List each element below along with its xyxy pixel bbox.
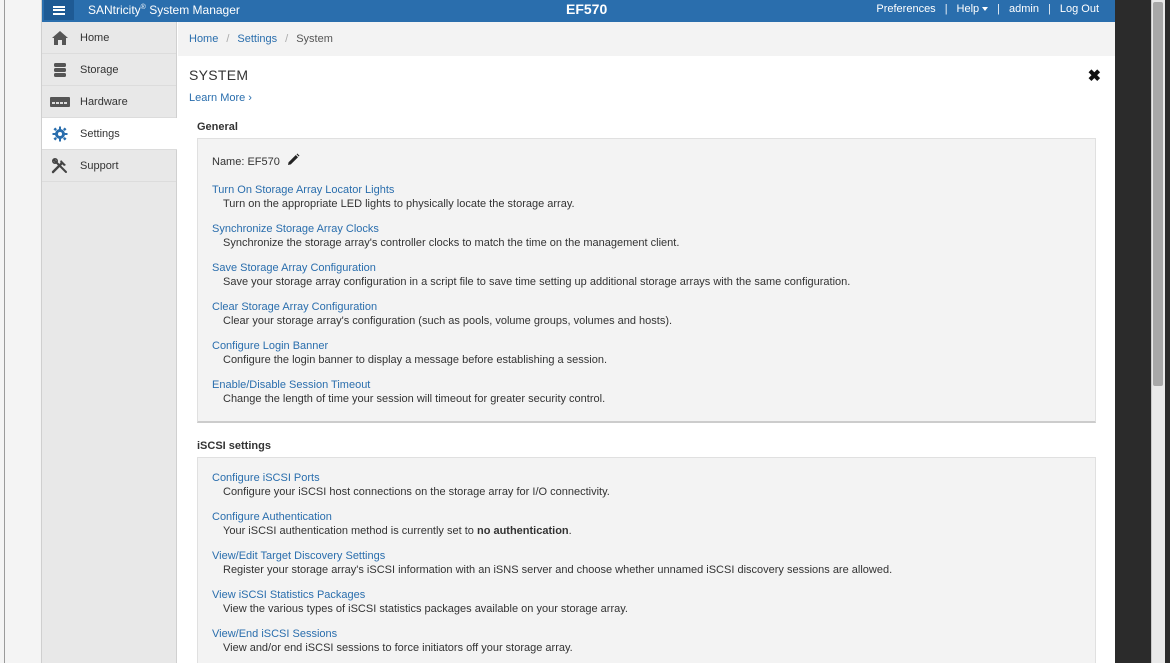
action-description: Configure the login banner to display a … bbox=[223, 354, 608, 366]
sidebar-item-label: Hardware bbox=[80, 95, 128, 108]
header-links: Preferences | Help | admin | Log Out bbox=[876, 3, 1115, 15]
clear-config-link[interactable]: Clear Storage Array Configuration bbox=[212, 301, 672, 313]
target-discovery-action: View/Edit Target Discovery Settings Regi… bbox=[212, 550, 892, 576]
sidebar-item-label: Support bbox=[80, 159, 119, 172]
authentication-action: Configure Authentication Your iSCSI auth… bbox=[212, 511, 572, 537]
auth-method-value: no authentication bbox=[476, 525, 569, 537]
save-config-action: Save Storage Array Configuration Save yo… bbox=[212, 262, 850, 288]
session-timeout-link[interactable]: Enable/Disable Session Timeout bbox=[212, 379, 605, 391]
iscsi-sessions-action: View/End iSCSI Sessions View and/or end … bbox=[212, 628, 573, 654]
sidebar-nav: Home Storage Hardware Settings Support bbox=[42, 22, 177, 663]
header-separator: | bbox=[997, 3, 1001, 15]
login-banner-action: Configure Login Banner Configure the log… bbox=[212, 340, 607, 366]
action-description: Register your storage array's iSCSI info… bbox=[223, 564, 893, 576]
hardware-icon bbox=[42, 96, 78, 108]
iscsi-ports-action: Configure iSCSI Ports Configure your iSC… bbox=[212, 472, 610, 498]
sidebar-item-support[interactable]: Support bbox=[42, 150, 176, 182]
caret-down-icon bbox=[982, 7, 989, 12]
sync-clocks-link[interactable]: Synchronize Storage Array Clocks bbox=[212, 223, 679, 235]
clear-config-action: Clear Storage Array Configuration Clear … bbox=[212, 301, 672, 327]
home-icon bbox=[42, 30, 78, 46]
action-description: Synchronize the storage array's controll… bbox=[223, 237, 680, 249]
action-description: View the various types of iSCSI statisti… bbox=[223, 603, 628, 615]
iscsi-section-heading: iSCSI settings bbox=[197, 440, 271, 452]
iscsi-ports-link[interactable]: Configure iSCSI Ports bbox=[212, 472, 610, 484]
iscsi-panel: Configure iSCSI Ports Configure your iSC… bbox=[197, 457, 1096, 663]
sidebar-item-label: Settings bbox=[80, 127, 120, 140]
breadcrumb-separator: / bbox=[226, 33, 230, 45]
header-separator: | bbox=[944, 3, 948, 15]
main-content: Home / Settings / System SYSTEM ✖ Learn … bbox=[178, 22, 1115, 663]
sidebar-item-label: Storage bbox=[80, 63, 119, 76]
app-name-suffix: System Manager bbox=[149, 3, 240, 17]
general-panel: Name: EF570 Turn On Storage Array Locato… bbox=[197, 138, 1096, 423]
gear-icon bbox=[42, 126, 78, 142]
action-description: Clear your storage array's configuration… bbox=[223, 315, 673, 327]
sidebar-item-settings[interactable]: Settings bbox=[42, 118, 177, 150]
app-title: SANtricity® System Manager bbox=[88, 3, 240, 17]
breadcrumb-home[interactable]: Home bbox=[189, 33, 218, 45]
session-timeout-action: Enable/Disable Session Timeout Change th… bbox=[212, 379, 605, 405]
app-window: SANtricity® System Manager EF570 Prefere… bbox=[42, 0, 1115, 663]
general-section-heading: General bbox=[197, 121, 238, 133]
sidebar-item-home[interactable]: Home bbox=[42, 22, 176, 54]
array-name-label: Name: EF570 bbox=[212, 155, 280, 168]
target-discovery-link[interactable]: View/Edit Target Discovery Settings bbox=[212, 550, 892, 562]
user-link[interactable]: admin bbox=[1009, 3, 1039, 15]
hamburger-menu-button[interactable] bbox=[44, 0, 74, 20]
array-name-row: Name: EF570 bbox=[212, 153, 300, 170]
window-frame-left bbox=[0, 0, 42, 663]
auth-desc-prefix: Your iSCSI authentication method is curr… bbox=[223, 525, 474, 537]
statistics-packages-action: View iSCSI Statistics Packages View the … bbox=[212, 589, 628, 615]
close-icon[interactable]: ✖ bbox=[1088, 66, 1101, 86]
registered-mark: ® bbox=[140, 4, 146, 11]
breadcrumb-separator: / bbox=[285, 33, 289, 45]
action-description: Change the length of time your session w… bbox=[223, 393, 606, 405]
locator-lights-link[interactable]: Turn On Storage Array Locator Lights bbox=[212, 184, 575, 196]
sidebar-item-label: Home bbox=[80, 31, 110, 44]
save-config-link[interactable]: Save Storage Array Configuration bbox=[212, 262, 850, 274]
sidebar-item-storage[interactable]: Storage bbox=[42, 54, 176, 86]
help-label: Help bbox=[956, 3, 980, 15]
iscsi-sessions-link[interactable]: View/End iSCSI Sessions bbox=[212, 628, 573, 640]
tools-icon bbox=[42, 157, 78, 175]
top-header-bar: SANtricity® System Manager EF570 Prefere… bbox=[42, 0, 1115, 22]
action-description: Configure your iSCSI host connections on… bbox=[223, 486, 610, 498]
scrollbar-thumb[interactable] bbox=[1153, 2, 1163, 386]
authentication-link[interactable]: Configure Authentication bbox=[212, 511, 572, 523]
action-description: Your iSCSI authentication method is curr… bbox=[223, 525, 572, 537]
breadcrumb: Home / Settings / System bbox=[178, 22, 1115, 56]
array-name-title: EF570 bbox=[566, 1, 608, 17]
action-description: Turn on the appropriate LED lights to ph… bbox=[223, 198, 575, 210]
sidebar-item-hardware[interactable]: Hardware bbox=[42, 86, 176, 118]
preferences-link[interactable]: Preferences bbox=[876, 3, 935, 15]
app-name: SANtricity bbox=[88, 3, 141, 17]
action-description: View and/or end iSCSI sessions to force … bbox=[223, 642, 573, 654]
learn-more-link[interactable]: Learn More › bbox=[189, 92, 252, 104]
auth-desc-suffix: . bbox=[568, 525, 572, 537]
pencil-edit-icon[interactable] bbox=[286, 153, 300, 170]
breadcrumb-settings[interactable]: Settings bbox=[237, 33, 277, 45]
breadcrumb-current: System bbox=[296, 33, 333, 45]
statistics-packages-link[interactable]: View iSCSI Statistics Packages bbox=[212, 589, 628, 601]
login-banner-link[interactable]: Configure Login Banner bbox=[212, 340, 607, 352]
help-menu[interactable]: Help bbox=[957, 3, 989, 15]
page-title: SYSTEM bbox=[189, 67, 249, 83]
header-separator: | bbox=[1048, 3, 1051, 15]
locator-lights-action: Turn On Storage Array Locator Lights Tur… bbox=[212, 184, 575, 210]
database-icon bbox=[42, 62, 78, 78]
hamburger-icon bbox=[53, 5, 65, 15]
sync-clocks-action: Synchronize Storage Array Clocks Synchro… bbox=[212, 223, 679, 249]
action-description: Save your storage array configuration in… bbox=[223, 276, 851, 288]
logout-link[interactable]: Log Out bbox=[1060, 3, 1099, 15]
